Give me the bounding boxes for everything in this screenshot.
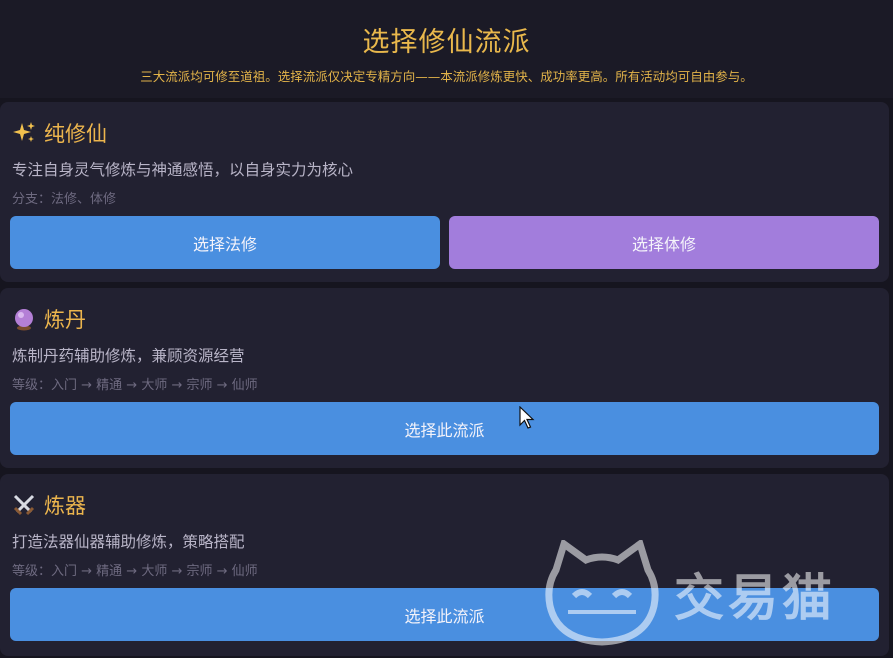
path-card-title: 炼器 (12, 490, 86, 520)
page-subtitle: 三大流派均可修至道祖。选择流派仅决定专精方向——本流派修炼更快、成功率更高。所有… (140, 69, 753, 84)
path-description: 专注自身灵气修炼与神通感悟，以自身实力为核心 (12, 161, 354, 179)
path-name: 炼器 (44, 494, 86, 518)
page-title: 选择修仙流派 (362, 27, 531, 58)
path-description: 打造法器仙器辅助修炼，策略搭配 (12, 533, 245, 551)
path-levels: 等级：入门 → 精通 → 大师 → 宗师 → 仙师 (12, 564, 258, 579)
select-law-cultivation-button[interactable]: 选择法修 (10, 216, 440, 269)
path-card-title: 炼丹 (12, 304, 86, 334)
path-name: 炼丹 (44, 308, 86, 332)
page-header: 选择修仙流派 三大流派均可修至道祖。选择流派仅决定专精方向——本流派修炼更快、成… (0, 0, 893, 98)
path-card-alchemy: 炼丹 炼制丹药辅助修炼，兼顾资源经营 等级：入门 → 精通 → 大师 → 宗师 … (0, 288, 889, 468)
path-name: 纯修仙 (44, 122, 107, 146)
mouse-cursor-icon (519, 405, 535, 434)
path-card-title: 纯修仙 (12, 118, 107, 148)
sparkles-icon (12, 121, 36, 145)
select-forging-path-button[interactable]: 选择此流派 (10, 588, 879, 641)
path-card-pure-cultivation: 纯修仙 专注自身灵气修炼与神通感悟，以自身实力为核心 分支：法修、体修 选择法修… (0, 102, 889, 282)
path-levels: 等级：入门 → 精通 → 大师 → 宗师 → 仙师 (12, 378, 258, 393)
crystal-ball-icon (12, 307, 36, 331)
path-description: 炼制丹药辅助修炼，兼顾资源经营 (12, 347, 245, 365)
select-alchemy-path-button[interactable]: 选择此流派 (10, 402, 879, 455)
path-card-artifact-forging: 炼器 打造法器仙器辅助修炼，策略搭配 等级：入门 → 精通 → 大师 → 宗师 … (0, 474, 889, 656)
crossed-swords-icon (12, 493, 36, 517)
path-branches: 分支：法修、体修 (12, 192, 117, 207)
select-body-cultivation-button[interactable]: 选择体修 (449, 216, 879, 269)
